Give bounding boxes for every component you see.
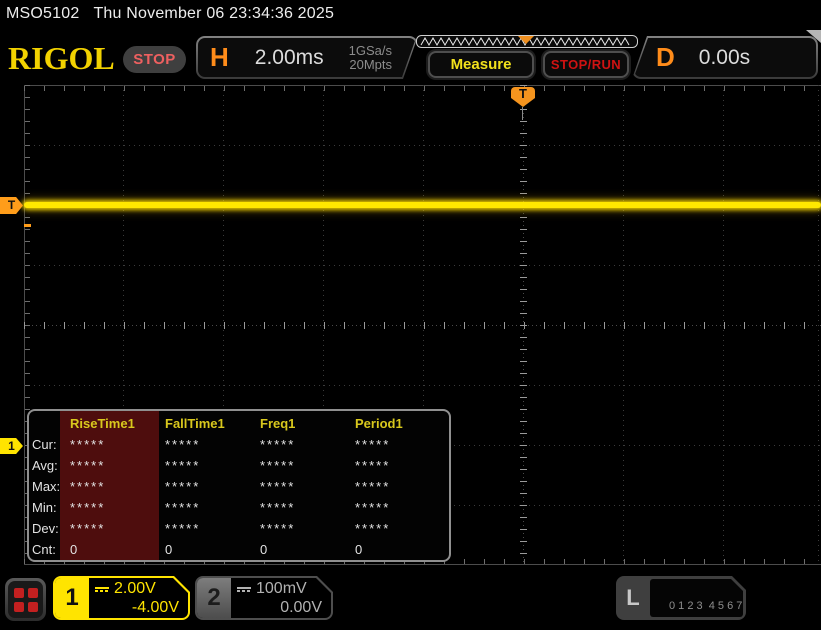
measure-value: ***** bbox=[70, 500, 106, 515]
measurement-table[interactable]: RiseTime1 FallTime1 Freq1 Period1 Cur: *… bbox=[27, 409, 451, 562]
dc-coupling-icon bbox=[237, 586, 251, 593]
measure-value: ***** bbox=[260, 458, 296, 473]
delay-settings-panel[interactable]: D 0.00s bbox=[632, 36, 818, 79]
measure-value: ***** bbox=[260, 500, 296, 515]
measure-value: 0 bbox=[70, 542, 80, 557]
model-name: MSO5102 bbox=[6, 5, 80, 22]
center-axis-horizontal-ticks bbox=[24, 322, 821, 329]
channel1-status-block[interactable]: 1 2.00V -4.00V bbox=[53, 576, 190, 620]
dc-coupling-icon bbox=[95, 586, 109, 593]
horizontal-label: H bbox=[210, 42, 229, 72]
top-edge-ticks bbox=[24, 86, 821, 91]
trigger-level-marker[interactable]: T bbox=[0, 197, 23, 214]
channel1-number-badge: 1 bbox=[55, 578, 89, 618]
measure-value: ***** bbox=[70, 521, 106, 536]
memory-position-bar[interactable] bbox=[415, 34, 639, 49]
measure-col-header: Freq1 bbox=[260, 416, 296, 431]
channel1-offset-marker[interactable]: 1 bbox=[0, 438, 23, 454]
delay-label: D bbox=[656, 42, 675, 72]
measure-value: ***** bbox=[165, 521, 201, 536]
grid-line bbox=[24, 385, 821, 386]
stop-run-button[interactable]: STOP/RUN bbox=[543, 51, 629, 78]
measure-value: ***** bbox=[165, 500, 201, 515]
rigol-logo: RIGOL bbox=[8, 40, 115, 76]
channel2-scale: 100mV bbox=[256, 580, 307, 597]
grid-line bbox=[24, 265, 821, 266]
acquisition-status-badge: STOP bbox=[123, 46, 186, 73]
channel1-offset: -4.00V bbox=[131, 599, 179, 616]
measure-col-header: RiseTime1 bbox=[70, 416, 135, 431]
measure-value: ***** bbox=[355, 458, 391, 473]
measure-row-label: Dev: bbox=[32, 521, 59, 536]
measure-value: 0 bbox=[355, 542, 365, 557]
channel2-offset: 0.00V bbox=[280, 599, 322, 616]
delay-value: 0.00s bbox=[698, 45, 751, 69]
measure-row-label: Avg: bbox=[32, 458, 58, 473]
measure-row-label: Max: bbox=[32, 479, 61, 494]
channel2-status-block[interactable]: 2 100mV 0.00V bbox=[195, 576, 333, 620]
horizontal-settings-panel[interactable]: H 2.00ms 1GSa/s 20Mpts bbox=[196, 36, 418, 79]
sample-rate: 1GSa/s bbox=[348, 42, 392, 58]
measure-value: ***** bbox=[260, 521, 296, 536]
measure-row-label: Cnt: bbox=[32, 542, 56, 557]
menu-grid-icon bbox=[8, 581, 43, 618]
trigger-level-tick bbox=[24, 224, 31, 227]
measure-col-header: Period1 bbox=[355, 416, 403, 431]
measure-value: ***** bbox=[165, 458, 201, 473]
menu-grid-button[interactable] bbox=[5, 578, 46, 621]
measure-value: ***** bbox=[260, 437, 296, 452]
measure-value: ***** bbox=[260, 479, 296, 494]
datetime-label: Thu November 06 23:34:36 2025 bbox=[93, 5, 335, 22]
digital-channels-row1: 0 1 2 3 4 5 6 7 bbox=[668, 600, 743, 612]
measure-row-label: Cur: bbox=[32, 437, 57, 452]
measure-value: 0 bbox=[260, 542, 270, 557]
logic-analyzer-block[interactable]: L 0 1 2 3 4 5 6 7 8 9 1011 12131415 bbox=[616, 576, 746, 620]
measure-row-label: Min: bbox=[32, 500, 57, 515]
channel1-scale: 2.00V bbox=[114, 580, 156, 597]
measure-value: ***** bbox=[355, 437, 391, 452]
channel2-number-badge: 2 bbox=[197, 578, 231, 618]
measure-value: ***** bbox=[165, 437, 201, 452]
channel1-trace[interactable] bbox=[24, 202, 821, 208]
measure-button[interactable]: Measure bbox=[428, 51, 534, 78]
measure-value: ***** bbox=[70, 458, 106, 473]
measure-value: ***** bbox=[355, 479, 391, 494]
grid-line bbox=[24, 145, 821, 146]
measure-value: ***** bbox=[70, 437, 106, 452]
measure-value: ***** bbox=[355, 500, 391, 515]
measure-value: ***** bbox=[70, 479, 106, 494]
measure-value: 0 bbox=[165, 542, 175, 557]
trigger-position-stem bbox=[522, 107, 523, 120]
logic-analyzer-label: L bbox=[626, 585, 640, 610]
measure-col-header: FallTime1 bbox=[165, 416, 225, 431]
timebase-value: 2.00ms bbox=[254, 45, 324, 69]
memory-depth: 20Mpts bbox=[349, 56, 392, 72]
trigger-position-marker[interactable]: T bbox=[511, 87, 535, 107]
status-bar: MSO5102 Thu November 06 23:34:36 2025 bbox=[6, 5, 334, 23]
oscilloscope-screen: MSO5102 Thu November 06 23:34:36 2025 RIG… bbox=[0, 0, 821, 630]
measure-value: ***** bbox=[165, 479, 201, 494]
measure-value: ***** bbox=[355, 521, 391, 536]
